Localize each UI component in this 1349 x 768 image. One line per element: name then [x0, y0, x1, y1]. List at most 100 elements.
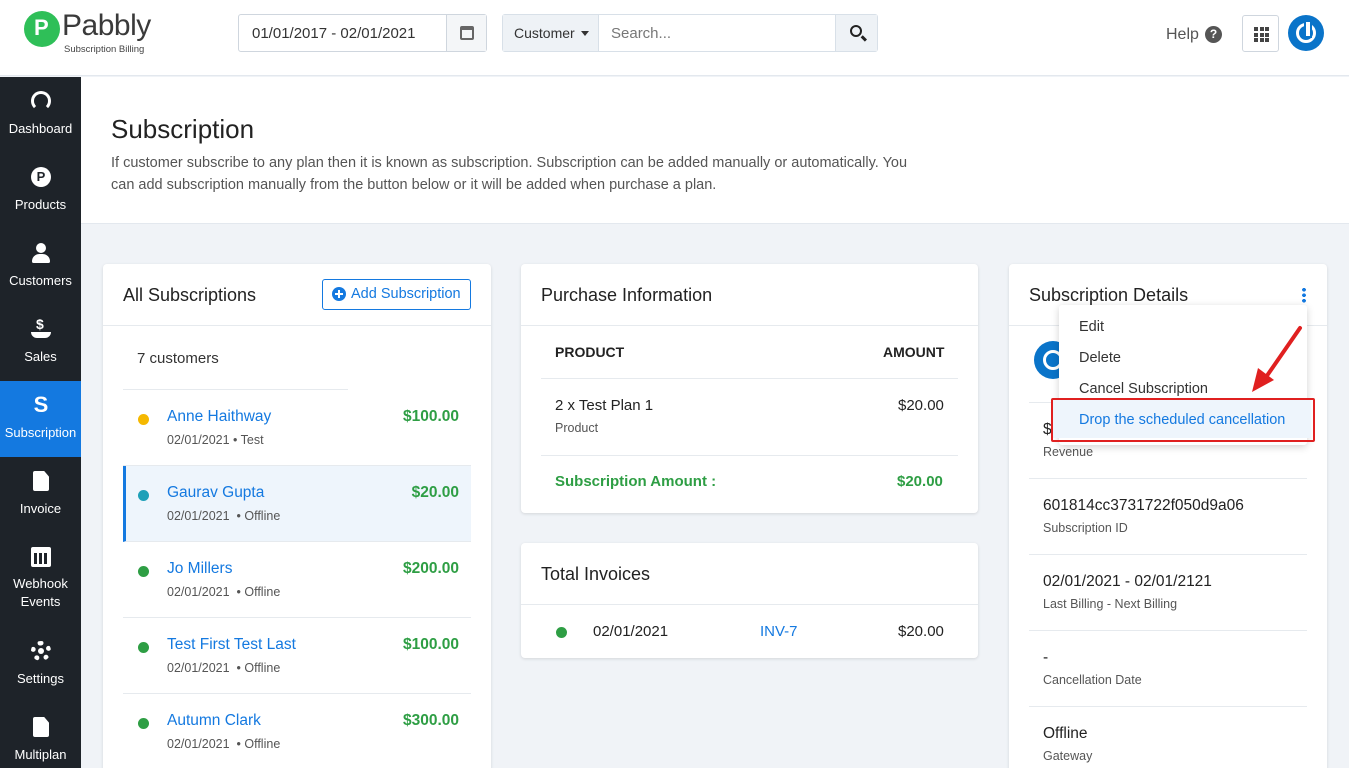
sidebar-item-multiplan[interactable]: Multiplan [0, 703, 81, 768]
status-dot [138, 414, 149, 425]
column-header-amount: AMOUNT [883, 344, 945, 360]
add-subscription-label: Add Subscription [351, 286, 461, 302]
sidebar-item-webhook-events[interactable]: Webhook Events [0, 533, 81, 627]
top-bar: Pabbly Subscription Billing 01/01/2017 -… [0, 0, 1349, 76]
gear-icon [31, 641, 51, 661]
subscription-gateway: • Offline [236, 737, 281, 751]
user-avatar[interactable] [1288, 15, 1324, 51]
sidebar-item-products[interactable]: P Products [0, 153, 81, 229]
subscription-gateway: • Offline [236, 585, 281, 599]
divider [103, 325, 491, 326]
sidebar-item-dashboard[interactable]: Dashboard [0, 77, 81, 153]
billing-dates-value: 02/01/2021 - 02/01/2121 [1043, 573, 1212, 590]
calendar-button[interactable] [446, 15, 486, 51]
subscription-row[interactable]: Autumn Clark 02/01/2021 • Offline $300.0… [123, 694, 471, 768]
subscription-meta: 02/01/2021 • Offline [167, 585, 280, 599]
page-title: Subscription [111, 114, 255, 144]
menu-item-delete[interactable]: Delete [1079, 350, 1121, 366]
sidebar-item-label: Settings [17, 671, 64, 686]
search-button[interactable] [835, 15, 877, 51]
sidebar-item-label: Products [14, 197, 67, 212]
search-filter-dropdown[interactable]: Customer [503, 15, 599, 51]
date-range-picker[interactable]: 01/01/2017 - 02/01/2021 [238, 14, 487, 52]
subscription-meta: 02/01/2021 • Offline [167, 509, 280, 523]
document-icon [33, 717, 49, 737]
gateway-value: Offline [1043, 725, 1088, 742]
sidebar: Dashboard P Products Customers Sales S S… [0, 77, 81, 768]
sidebar-item-settings[interactable]: Settings [0, 627, 81, 703]
subscription-gateway: • Test [233, 433, 264, 447]
billing-dates-label: Last Billing - Next Billing [1043, 597, 1178, 611]
pabbly-logo-mark [24, 11, 60, 47]
sidebar-item-invoice[interactable]: Invoice [0, 457, 81, 533]
sales-icon [31, 316, 51, 339]
annotation-arrow-icon [1252, 326, 1302, 392]
cancellation-date-label: Cancellation Date [1043, 673, 1142, 687]
sidebar-item-sales[interactable]: Sales [0, 305, 81, 381]
customer-name[interactable]: Test First Test Last [167, 636, 296, 654]
dashboard-icon [31, 91, 51, 111]
divider [1029, 478, 1307, 479]
subscription-amount: $100.00 [402, 408, 459, 425]
customer-count: 7 customers [137, 350, 219, 367]
apps-grid-button[interactable] [1242, 15, 1279, 52]
subscription-row[interactable]: Anne Haithway 02/01/2021 • Test $100.00 [123, 390, 471, 466]
status-dot [138, 642, 149, 653]
subscription-amount-total: $20.00 [897, 473, 943, 490]
sidebar-item-label: Dashboard [8, 121, 73, 136]
invoice-date: 02/01/2021 [593, 623, 669, 640]
invoice-link[interactable]: INV-7 [760, 623, 798, 640]
subscription-date: 02/01/2021 [167, 661, 230, 675]
subscription-meta: 02/01/2021 • Offline [167, 737, 280, 751]
subscription-meta: 02/01/2021 • Offline [167, 661, 280, 675]
menu-item-cancel-subscription[interactable]: Cancel Subscription [1079, 381, 1208, 397]
subscription-amount: $300.00 [402, 712, 459, 729]
invoice-icon [33, 471, 49, 491]
search-group: Customer [502, 14, 878, 52]
annotation-highlight-box [1051, 398, 1315, 442]
help-link[interactable]: Help [1166, 26, 1199, 44]
sidebar-item-label: Subscription [4, 425, 77, 440]
products-icon: P [31, 167, 51, 187]
status-dot [138, 718, 149, 729]
subscription-row[interactable]: Jo Millers 02/01/2021 • Offline $200.00 [123, 542, 471, 618]
divider [521, 604, 978, 605]
subscription-icon: S [33, 392, 49, 417]
pabbly-logo[interactable]: Pabbly Subscription Billing [24, 9, 154, 57]
cancellation-date-value: - [1043, 649, 1049, 666]
card-title: All Subscriptions [123, 285, 257, 305]
customer-name[interactable]: Gaurav Gupta [167, 484, 264, 502]
card-title: Subscription Details [1029, 285, 1189, 305]
sidebar-item-label: Webhook Events [13, 576, 68, 609]
customer-name[interactable]: Anne Haithway [167, 408, 271, 426]
product-type: Product [555, 421, 599, 435]
sidebar-item-label: Invoice [19, 501, 62, 516]
card-title: Total Invoices [541, 564, 651, 584]
subscription-date: 02/01/2021 [167, 433, 230, 447]
customers-icon [31, 243, 51, 263]
card-title: Purchase Information [541, 285, 713, 305]
customer-name[interactable]: Autumn Clark [167, 712, 261, 730]
search-input[interactable] [600, 15, 836, 51]
add-subscription-button[interactable]: Add Subscription [322, 279, 471, 310]
subscription-row-selected[interactable]: Gaurav Gupta 02/01/2021 • Offline $20.00 [123, 466, 471, 542]
divider [1029, 630, 1307, 631]
subscription-amount: $20.00 [411, 484, 459, 501]
brand-name: Pabbly [62, 9, 151, 42]
sidebar-item-customers[interactable]: Customers [0, 229, 81, 305]
subscription-amount: $200.00 [402, 560, 459, 577]
sidebar-item-label: Customers [9, 273, 72, 288]
menu-item-edit[interactable]: Edit [1079, 319, 1104, 335]
customer-name[interactable]: Jo Millers [167, 560, 232, 578]
search-filter-label: Customer [514, 25, 575, 41]
sidebar-item-subscription[interactable]: S Subscription [0, 381, 81, 457]
more-options-icon[interactable] [1302, 287, 1306, 303]
date-range-value: 01/01/2017 - 02/01/2021 [252, 25, 416, 42]
subscription-date: 02/01/2021 [167, 509, 230, 523]
subscription-gateway: • Offline [236, 509, 281, 523]
plus-circle-icon [332, 287, 346, 301]
question-circle-icon[interactable]: ? [1205, 26, 1222, 43]
page-header: Subscription If customer subscribe to an… [81, 77, 1349, 224]
subscription-id-label: Subscription ID [1043, 521, 1128, 535]
subscription-row[interactable]: Test First Test Last 02/01/2021 • Offlin… [123, 618, 471, 694]
